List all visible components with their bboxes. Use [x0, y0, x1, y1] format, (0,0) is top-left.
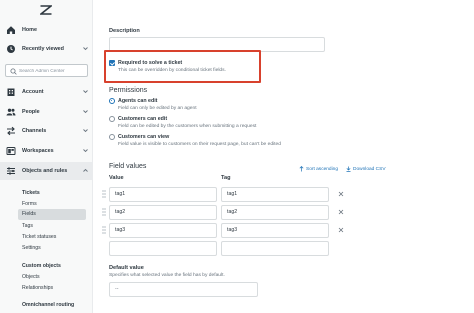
home-icon	[7, 26, 15, 34]
arrows-icon	[7, 126, 15, 136]
new-value-input[interactable]	[109, 241, 217, 256]
customers-can-edit-hint: Field can be edited by the customers whe…	[118, 124, 257, 129]
required-to-solve-label: Required to solve a ticket	[118, 60, 183, 66]
search-icon	[10, 68, 17, 75]
omnichannel-routing-heading[interactable]: Omnichannel routing	[22, 302, 74, 308]
nav-people[interactable]: People	[0, 103, 93, 121]
clock-icon	[7, 45, 15, 53]
nav-objects-and-rules-label: Objects and rules	[22, 168, 68, 174]
default-value-select[interactable]: --	[109, 282, 258, 297]
new-tag-input[interactable]	[221, 241, 329, 256]
chevron-down-icon	[83, 47, 88, 51]
people-icon	[6, 108, 16, 116]
nav-recently-viewed[interactable]: Recently viewed	[0, 40, 93, 58]
radio-customers-can-edit[interactable]	[109, 116, 115, 122]
field-values-title: Field values	[109, 163, 147, 170]
nav-recently-viewed-label: Recently viewed	[22, 46, 64, 52]
value-input[interactable]: tag1	[109, 187, 217, 202]
sidebar-item-tags[interactable]: Tags	[22, 223, 33, 229]
search-input[interactable]	[19, 67, 85, 75]
sidebar-item-forms[interactable]: Forms	[22, 201, 37, 207]
sidebar: Home Recently viewed Account People Chan…	[0, 0, 93, 313]
nav-home-label: Home	[22, 27, 37, 33]
workspace-icon	[6, 147, 16, 155]
download-icon	[346, 166, 351, 172]
customers-can-edit-label: Customers can edit	[118, 116, 168, 122]
nav-home[interactable]: Home	[0, 21, 93, 39]
default-value-hint: Specifies what selected value the field …	[109, 273, 225, 278]
nav-account[interactable]: Account	[0, 83, 93, 101]
nav-account-label: Account	[22, 89, 44, 95]
required-to-solve-hint: This can be overridden by conditional ti…	[118, 68, 226, 73]
tickets-heading: Tickets	[22, 190, 40, 196]
required-to-solve-checkbox[interactable]	[109, 60, 115, 66]
sort-icon	[299, 166, 304, 172]
radio-agents-can-edit[interactable]	[109, 98, 115, 104]
nav-people-label: People	[22, 109, 40, 115]
chevron-down-icon	[83, 149, 88, 153]
highlight-annotation	[104, 50, 261, 83]
drag-handle-icon[interactable]	[102, 190, 106, 198]
download-csv-label: Download CSV	[353, 166, 386, 172]
download-csv-button[interactable]: Download CSV	[346, 166, 386, 172]
tag-input[interactable]: tag1	[221, 187, 329, 202]
zendesk-logo-icon[interactable]	[40, 5, 52, 15]
sidebar-item-settings[interactable]: Settings	[22, 245, 41, 251]
close-icon[interactable]	[338, 191, 344, 197]
drag-handle-icon[interactable]	[102, 208, 106, 216]
value-input[interactable]: tag3	[109, 223, 217, 238]
close-icon[interactable]	[338, 209, 344, 215]
close-icon[interactable]	[338, 227, 344, 233]
agents-can-edit-hint: Field can only be edited by an agent	[118, 106, 197, 111]
nav-channels-label: Channels	[22, 128, 47, 134]
tag-input[interactable]: tag3	[221, 223, 329, 238]
chevron-up-icon	[83, 168, 88, 172]
tag-column-header: Tag	[221, 175, 231, 181]
customers-can-view-hint: Field value is visible to customers on t…	[118, 142, 281, 147]
chevron-down-icon	[83, 90, 88, 94]
sidebar-item-ticket-statuses[interactable]: Ticket statuses	[22, 234, 56, 240]
radio-customers-can-view[interactable]	[109, 134, 115, 140]
building-icon	[7, 88, 15, 96]
value-input[interactable]: tag2	[109, 205, 217, 220]
nav-objects-and-rules[interactable]: Objects and rules	[0, 162, 93, 180]
chevron-down-icon	[83, 129, 88, 133]
value-column-header: Value	[109, 175, 124, 181]
nav-workspaces[interactable]: Workspaces	[0, 142, 93, 160]
nav-workspaces-label: Workspaces	[22, 148, 54, 154]
sort-ascending-button[interactable]: Sort ascending	[299, 166, 338, 172]
sort-ascending-label: Sort ascending	[306, 166, 338, 172]
default-value-label: Default value	[109, 265, 144, 271]
default-value-selected: --	[115, 286, 119, 292]
sidebar-item-relationships[interactable]: Relationships	[22, 285, 53, 291]
tag-input[interactable]: tag2	[221, 205, 329, 220]
search-admin-center[interactable]	[5, 64, 88, 77]
custom-objects-heading: Custom objects	[22, 263, 61, 269]
nav-channels[interactable]: Channels	[0, 122, 93, 140]
sidebar-item-fields[interactable]: Fields	[18, 209, 86, 220]
description-label: Description	[109, 28, 140, 34]
sidebar-item-objects[interactable]: Objects	[22, 274, 40, 280]
agents-can-edit-label: Agents can edit	[118, 98, 158, 104]
drag-handle-icon[interactable]	[102, 226, 106, 234]
rules-icon	[7, 167, 15, 175]
customers-can-view-label: Customers can view	[118, 134, 170, 140]
chevron-down-icon	[83, 110, 88, 114]
permissions-title: Permissions	[109, 87, 148, 94]
